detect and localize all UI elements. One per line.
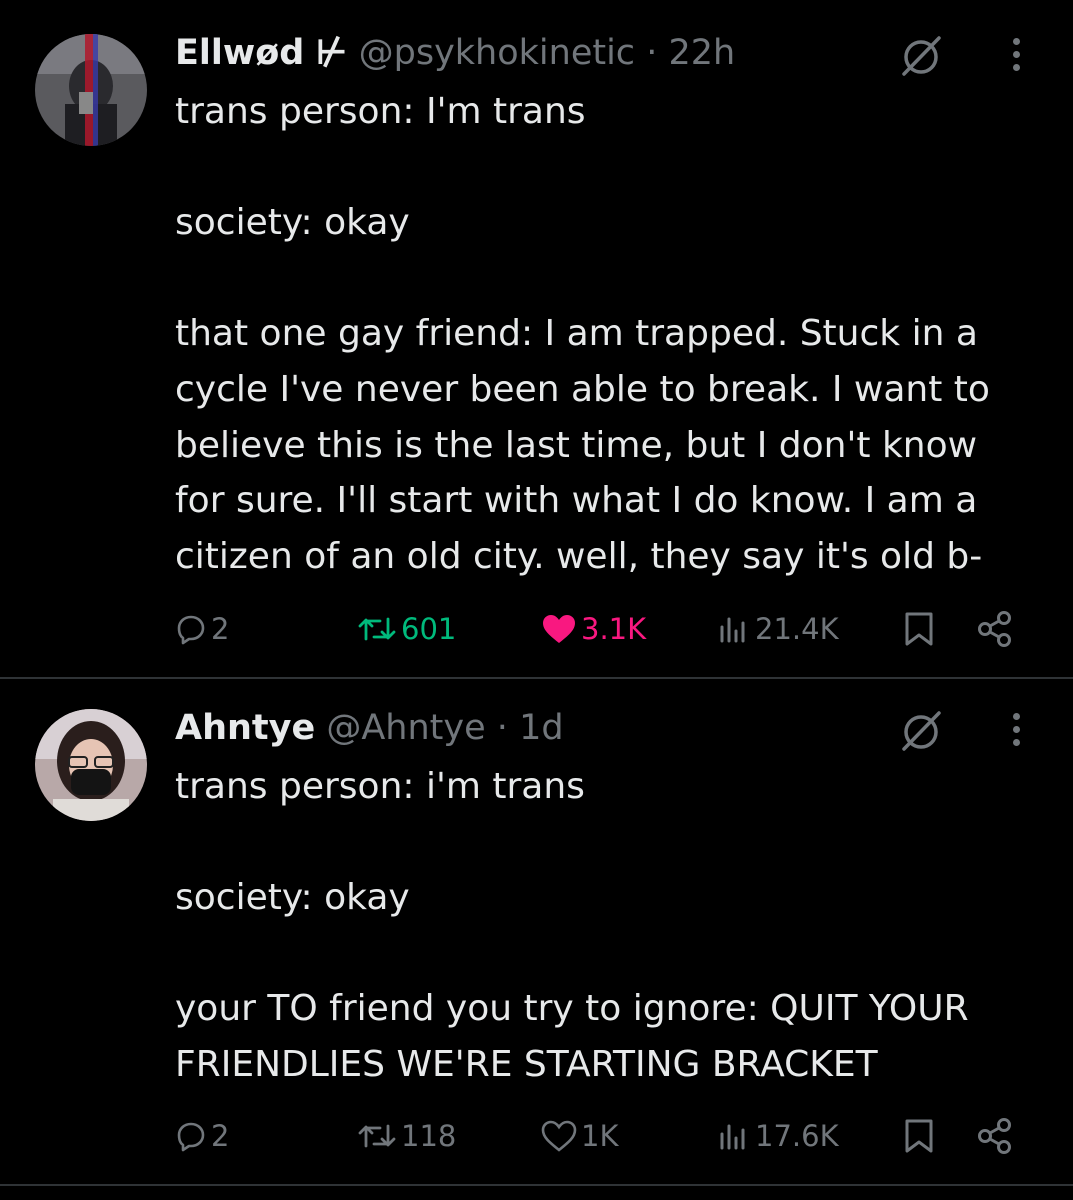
display-name[interactable]: Ahntye <box>175 708 315 748</box>
share-button[interactable] <box>975 1113 1015 1159</box>
timestamp[interactable]: 1d <box>519 708 564 748</box>
handle[interactable]: @Ahntye <box>326 708 485 748</box>
retweet-icon <box>358 1124 396 1148</box>
tweet-2[interactable]: Ahntye @Ahntye · 1d trans person: i'm tr… <box>0 679 1073 1186</box>
like-count: 1K <box>581 1119 619 1153</box>
like-button[interactable]: 3.1K <box>541 606 646 652</box>
reply-count: 2 <box>211 612 230 646</box>
like-button[interactable]: 1K <box>541 1113 618 1159</box>
views-button[interactable]: 17.6K <box>717 1113 839 1159</box>
views-bar-chart-icon <box>720 617 745 643</box>
avatar-image <box>35 709 147 821</box>
tweet-header: Ellwød ⊬ @psykhokinetic · 22h <box>175 30 735 76</box>
tweet-actions: 2 118 1K 17.6K <box>175 1113 1035 1159</box>
reply-button[interactable]: 2 <box>175 606 229 652</box>
bookmark-icon <box>905 1119 933 1153</box>
views-count: 17.6K <box>755 1119 839 1153</box>
retweet-button[interactable]: 118 <box>357 1113 456 1159</box>
views-button[interactable]: 21.4K <box>717 606 839 652</box>
views-bar-chart-icon <box>720 1124 745 1150</box>
name-glyph: ⊬ <box>315 33 348 73</box>
views-count: 21.4K <box>755 612 839 646</box>
grok-slash-circle-icon[interactable] <box>898 708 944 754</box>
share-button[interactable] <box>975 606 1015 652</box>
retweet-count: 601 <box>401 612 457 646</box>
avatar-image <box>35 34 147 146</box>
separator-dot: · <box>646 33 658 73</box>
retweet-button[interactable]: 601 <box>357 606 456 652</box>
heart-icon <box>543 615 575 643</box>
reply-bubble-icon <box>177 615 205 645</box>
more-vertical-dots-icon[interactable] <box>1004 713 1028 753</box>
retweet-icon <box>358 617 396 641</box>
reply-button[interactable]: 2 <box>175 1113 229 1159</box>
handle[interactable]: @psykhokinetic <box>359 33 635 73</box>
share-icon <box>978 1118 1011 1154</box>
reply-bubble-icon <box>177 1122 205 1152</box>
avatar[interactable] <box>35 34 147 146</box>
share-icon <box>978 611 1011 647</box>
timestamp[interactable]: 22h <box>668 33 735 73</box>
tweet-text: trans person: i'm trans society: okay yo… <box>175 766 969 1085</box>
grok-slash-circle-icon[interactable] <box>898 33 944 79</box>
tweet-text: trans person: I'm trans society: okay th… <box>175 91 990 577</box>
reply-count: 2 <box>211 1119 230 1153</box>
tweet-header: Ahntye @Ahntye · 1d <box>175 705 564 751</box>
retweet-count: 118 <box>401 1119 457 1153</box>
tweet-actions: 2 601 3.1K 21.4K <box>175 606 1035 652</box>
separator-dot: · <box>496 708 508 748</box>
tweet-1[interactable]: Ellwød ⊬ @psykhokinetic · 22h trans pers… <box>0 0 1073 679</box>
bookmark-icon <box>905 612 933 646</box>
like-count: 3.1K <box>581 612 647 646</box>
bookmark-button[interactable] <box>903 1113 935 1159</box>
display-name[interactable]: Ellwød <box>175 33 304 73</box>
bookmark-button[interactable] <box>903 606 935 652</box>
avatar[interactable] <box>35 709 147 821</box>
heart-icon <box>541 1120 577 1152</box>
more-vertical-dots-icon[interactable] <box>1004 38 1028 78</box>
